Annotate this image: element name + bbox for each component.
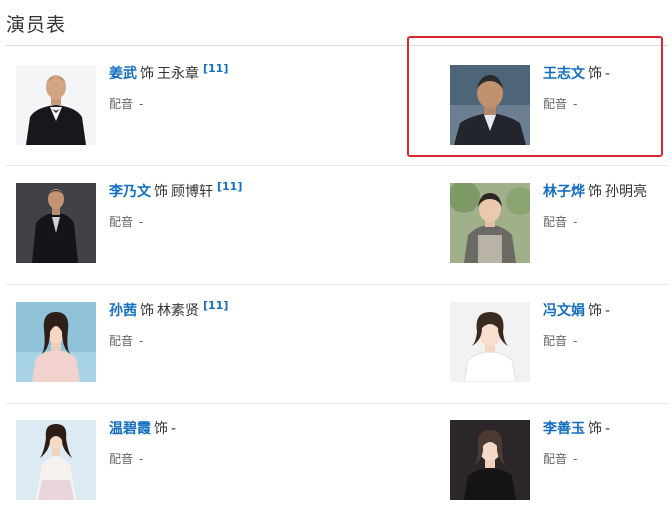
cast-card: 温碧霞饰 - 配音 - — [16, 420, 336, 520]
role-name: - — [605, 303, 611, 319]
cast-card: 冯文娟饰 - 配音 - — [450, 302, 672, 402]
role-separator: 饰 — [588, 184, 602, 200]
actor-name-link[interactable]: 林子烨 — [543, 184, 585, 200]
role-name: - — [605, 421, 611, 437]
cast-card: 姜武饰王永章 [11] 配音 - — [16, 62, 336, 165]
role-name: 顾博轩 — [171, 184, 213, 200]
actor-photo[interactable] — [450, 420, 530, 500]
row-divider — [6, 284, 668, 285]
role-name: 林素贤 — [157, 303, 199, 319]
actor-photo[interactable] — [450, 183, 530, 263]
actor-name-link[interactable]: 李善玉 — [543, 421, 585, 437]
page-title: 演员表 — [6, 14, 67, 36]
voice-actor-value: - — [573, 334, 578, 348]
voice-label: 配音 — [543, 452, 568, 466]
cast-card: 林子烨饰孙明亮 配音 - — [450, 183, 672, 283]
role-separator: 饰 — [154, 421, 168, 437]
role-separator: 饰 — [140, 66, 154, 82]
actor-photo[interactable] — [16, 302, 96, 382]
actor-photo[interactable] — [16, 65, 96, 145]
role-name: - — [171, 421, 177, 437]
voice-actor-value: - — [573, 452, 578, 466]
citation-link[interactable]: [11] — [217, 180, 242, 193]
role-name: 孙明亮 — [605, 184, 647, 200]
role-name: 王永章 — [157, 66, 199, 82]
role-separator: 饰 — [588, 421, 602, 437]
voice-label: 配音 — [109, 97, 134, 111]
voice-label: 配音 — [109, 215, 134, 229]
voice-actor-value: - — [139, 334, 144, 348]
actor-photo[interactable] — [16, 420, 96, 500]
actor-name-link[interactable]: 冯文娟 — [543, 303, 585, 319]
row-divider — [6, 403, 668, 404]
role-separator: 饰 — [588, 303, 602, 319]
actor-name-link[interactable]: 温碧霞 — [109, 421, 151, 437]
actor-name-link[interactable]: 姜武 — [109, 66, 137, 82]
voice-label: 配音 — [109, 334, 134, 348]
actor-name-link[interactable]: 孙茜 — [109, 303, 137, 319]
cast-card: 孙茜饰林素贤 [11] 配音 - — [16, 299, 336, 402]
voice-actor-value: - — [573, 215, 578, 229]
role-separator: 饰 — [154, 184, 168, 200]
voice-label: 配音 — [543, 334, 568, 348]
actor-name-link[interactable]: 李乃文 — [109, 184, 151, 200]
voice-label: 配音 — [543, 215, 568, 229]
cast-card: 李善玉饰 - 配音 - — [450, 420, 672, 520]
row-divider — [6, 165, 668, 166]
citation-link[interactable]: [11] — [203, 62, 228, 75]
voice-actor-value: - — [139, 215, 144, 229]
actor-photo[interactable] — [450, 302, 530, 382]
voice-actor-value: - — [139, 97, 144, 111]
citation-link[interactable]: [11] — [203, 299, 228, 312]
voice-label: 配音 — [109, 452, 134, 466]
cast-card: 李乃文饰顾博轩 [11] 配音 - — [16, 180, 336, 283]
actor-photo[interactable] — [16, 183, 96, 263]
role-separator: 饰 — [140, 303, 154, 319]
highlight-box — [407, 36, 663, 157]
voice-actor-value: - — [139, 452, 144, 466]
